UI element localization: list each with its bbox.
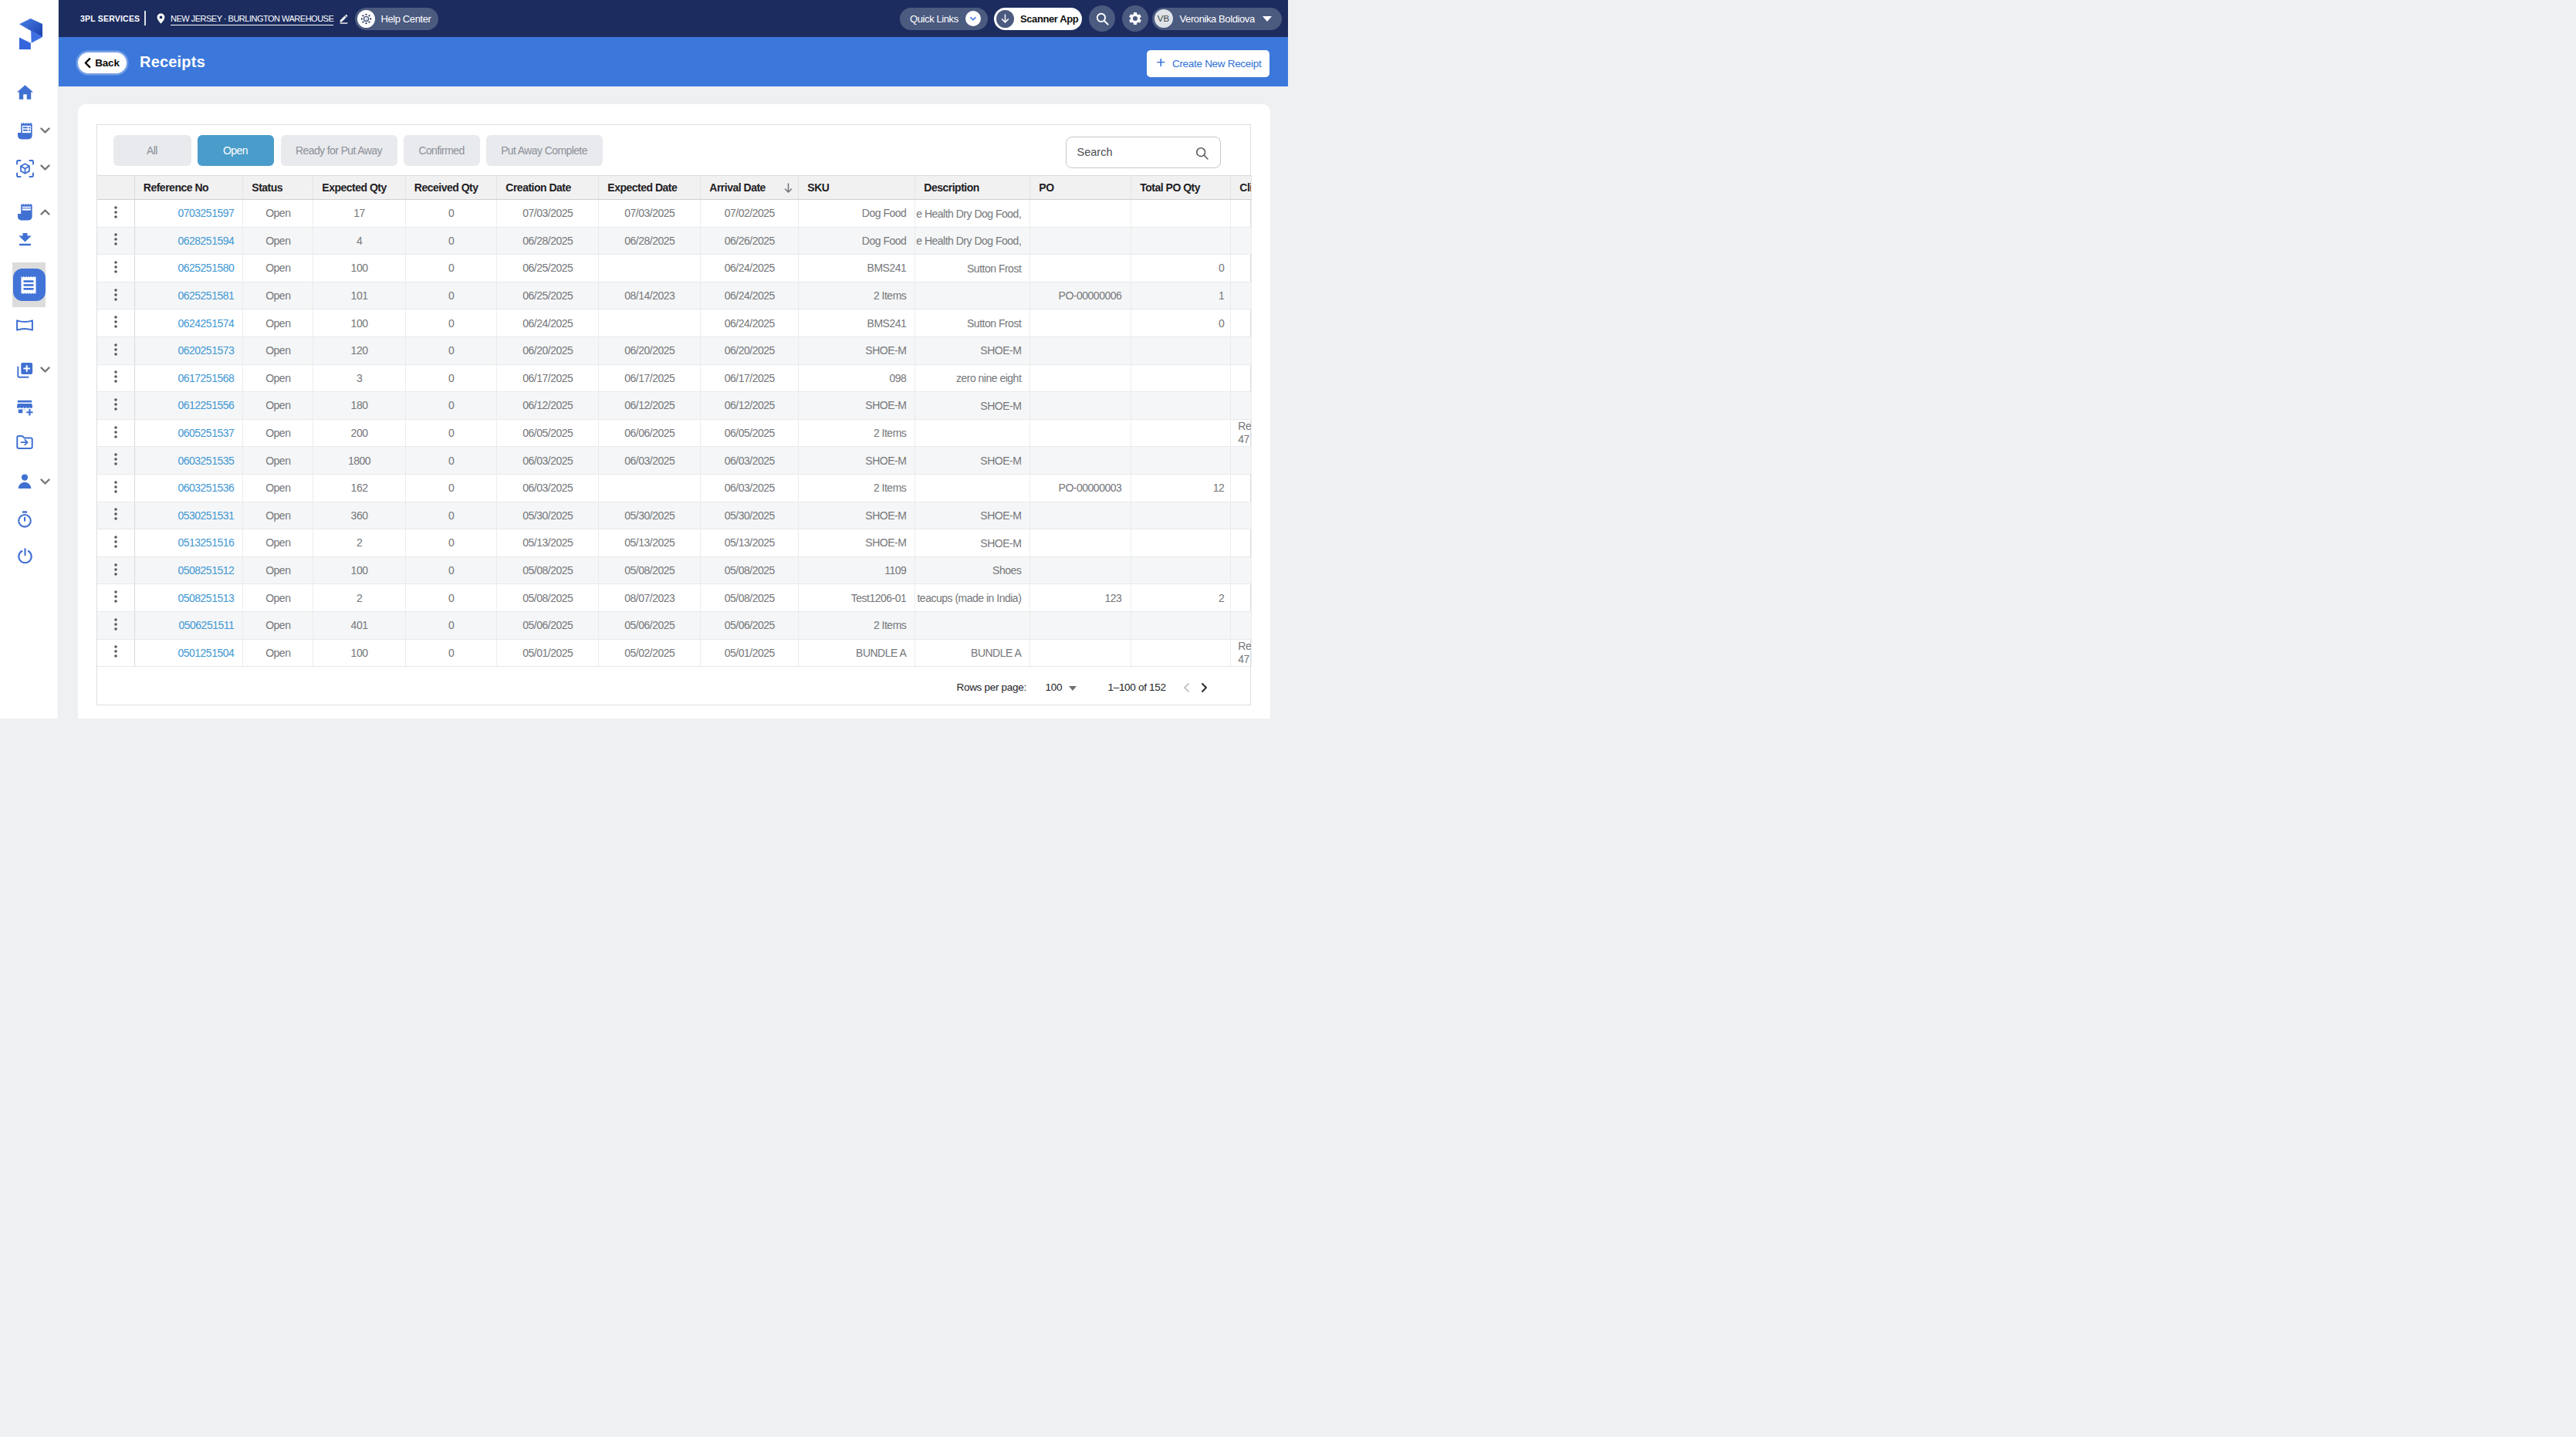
svg-text:i: i — [365, 16, 367, 21]
